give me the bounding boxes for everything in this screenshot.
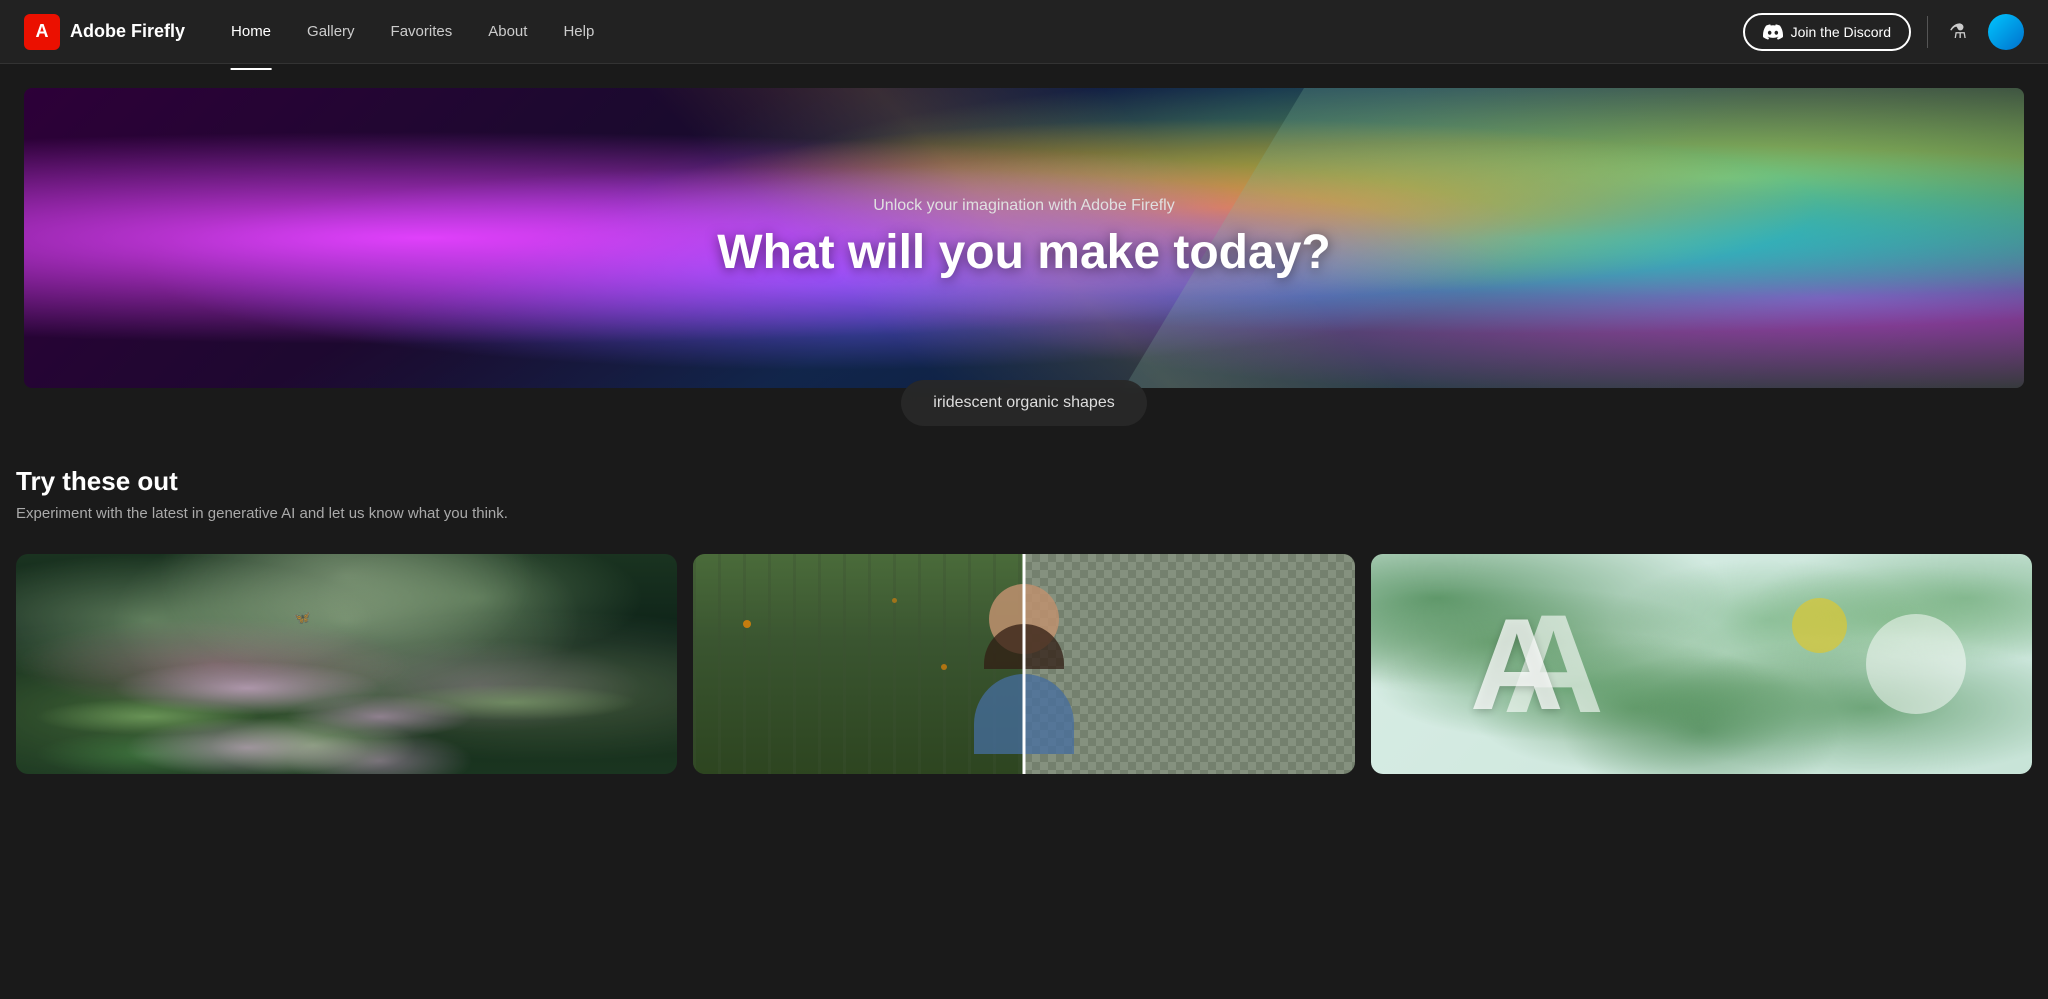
nav-divider: [1927, 16, 1928, 48]
adobe-icon: A: [24, 14, 60, 50]
cards-grid: 🦋: [16, 554, 2032, 774]
card-3-letter-a: A: [1470, 599, 1564, 729]
prompt-text: iridescent organic shapes: [933, 394, 1114, 411]
try-section: Try these out Experiment with the latest…: [0, 426, 2048, 794]
card-3-circle: [1866, 614, 1966, 714]
prompt-pill[interactable]: iridescent organic shapes: [901, 380, 1146, 426]
section-title: Try these out: [16, 466, 2032, 497]
logo-area[interactable]: A Adobe Firefly: [24, 14, 185, 50]
discord-label: Join the Discord: [1791, 24, 1891, 40]
hero-content: Unlock your imagination with Adobe Firef…: [24, 88, 2024, 388]
card-1-plants: [16, 631, 677, 774]
hero-banner: Unlock your imagination with Adobe Firef…: [24, 88, 2024, 388]
card-2-divider: [1022, 554, 1025, 774]
card-1-bg-layer: [16, 554, 677, 774]
hero-title: What will you make today?: [717, 227, 1330, 280]
nav-gallery[interactable]: Gallery: [293, 15, 369, 48]
card-fantasy-forest[interactable]: 🦋: [16, 554, 677, 774]
card-3-yellow-circle: [1792, 598, 1847, 653]
card-portrait-removal[interactable]: [693, 554, 1354, 774]
section-description: Experiment with the latest in generative…: [16, 505, 2032, 522]
hero-wrapper: Unlock your imagination with Adobe Firef…: [0, 64, 2048, 388]
flask-icon[interactable]: ⚗: [1944, 18, 1972, 46]
card-botanical-letters[interactable]: A: [1371, 554, 2032, 774]
prompt-container: iridescent organic shapes: [0, 380, 2048, 426]
nav-about[interactable]: About: [474, 15, 541, 48]
brand-name: Adobe Firefly: [70, 21, 185, 42]
user-avatar[interactable]: [1988, 14, 2024, 50]
nav-favorites[interactable]: Favorites: [377, 15, 467, 48]
hero-subtitle: Unlock your imagination with Adobe Firef…: [873, 197, 1174, 215]
nav-home[interactable]: Home: [217, 15, 285, 48]
navbar: A Adobe Firefly Home Gallery Favorites A…: [0, 0, 2048, 64]
card-1-butterfly: 🦋: [294, 609, 311, 626]
nav-links: Home Gallery Favorites About Help: [217, 15, 1743, 48]
nav-right: Join the Discord ⚗: [1743, 13, 2024, 51]
discord-icon: [1763, 22, 1783, 42]
discord-button[interactable]: Join the Discord: [1743, 13, 1911, 51]
nav-help[interactable]: Help: [549, 15, 608, 48]
